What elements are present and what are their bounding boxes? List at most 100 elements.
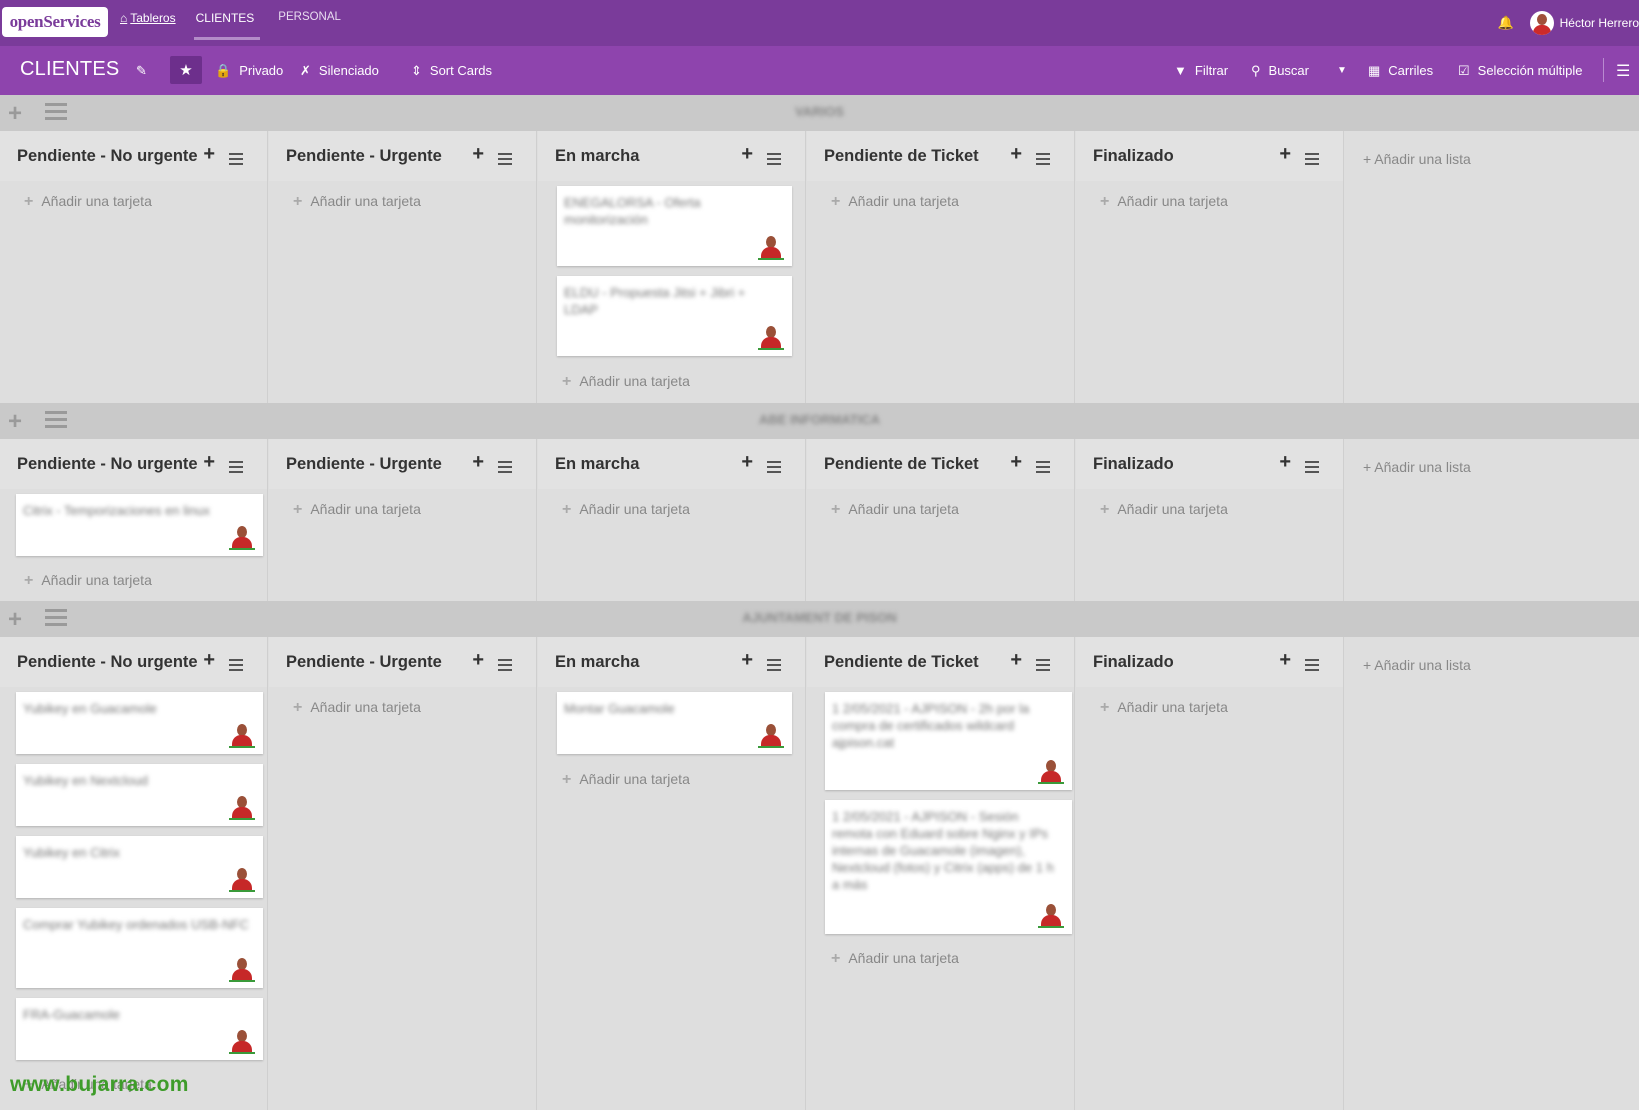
add-card-button[interactable]: + Añadir una tarjeta	[831, 193, 959, 211]
card[interactable]: Yubikey en Citrix	[16, 836, 263, 898]
list-title[interactable]: Pendiente - Urgente	[286, 455, 442, 474]
list-menu-icon[interactable]	[498, 659, 512, 674]
add-list-button[interactable]: + Añadir una lista	[1363, 151, 1471, 167]
card[interactable]: Montar Guacamole	[557, 692, 792, 754]
card[interactable]: FRA-Guacamole	[16, 998, 263, 1060]
add-card-plus-icon[interactable]: +	[741, 451, 753, 474]
add-card-button[interactable]: + Añadir una tarjeta	[293, 501, 421, 519]
app-logo[interactable]: openServices	[2, 7, 108, 37]
list-title[interactable]: Pendiente de Ticket	[824, 455, 979, 474]
swimlane-menu-icon[interactable]	[45, 411, 67, 432]
nav-home-link[interactable]: ⌂ Tableros	[120, 0, 176, 40]
list-title[interactable]: Finalizado	[1093, 147, 1174, 166]
card[interactable]: 1 2/05/2021 - AJPISON - Sesión remota co…	[825, 800, 1072, 934]
add-swimlane-icon[interactable]: +	[8, 408, 22, 436]
swimlane-menu-icon[interactable]	[45, 609, 67, 630]
card-member-avatar[interactable]	[758, 721, 784, 748]
card-member-avatar[interactable]	[229, 523, 255, 550]
list-title[interactable]: Pendiente - Urgente	[286, 147, 442, 166]
privado-button[interactable]: 🔒 Privado	[215, 46, 283, 95]
hamburger-menu-icon[interactable]: ☰	[1616, 46, 1630, 95]
add-list-button[interactable]: + Añadir una lista	[1363, 459, 1471, 475]
card-member-avatar[interactable]	[758, 323, 784, 350]
bell-icon[interactable]: 🔔	[1497, 15, 1513, 31]
list-menu-icon[interactable]	[1036, 659, 1050, 674]
add-card-plus-icon[interactable]: +	[741, 143, 753, 166]
card[interactable]: Comprar Yubikey ordenados USB-NFC	[16, 908, 263, 988]
add-card-button[interactable]: + Añadir una tarjeta	[293, 699, 421, 717]
list-title[interactable]: En marcha	[555, 455, 639, 474]
add-card-button[interactable]: + Añadir una tarjeta	[562, 501, 690, 519]
list-menu-icon[interactable]	[498, 461, 512, 476]
sort-cards-button[interactable]: ⇕ Sort Cards	[411, 46, 492, 95]
user-name[interactable]: Héctor Herrero	[1560, 16, 1639, 30]
list-menu-icon[interactable]	[229, 153, 243, 168]
card[interactable]: ELDU - Propuesta Jitsi + Jibri + LDAP	[557, 276, 792, 356]
list-menu-icon[interactable]	[767, 659, 781, 674]
seleccion-multiple-button[interactable]: ☑ Selección múltiple	[1458, 46, 1582, 95]
add-list-button[interactable]: + Añadir una lista	[1363, 657, 1471, 673]
card-member-avatar[interactable]	[229, 955, 255, 982]
add-card-button[interactable]: + Añadir una tarjeta	[24, 572, 152, 590]
list-menu-icon[interactable]	[1036, 153, 1050, 168]
add-card-plus-icon[interactable]: +	[472, 143, 484, 166]
list-menu-icon[interactable]	[1036, 461, 1050, 476]
card-member-avatar[interactable]	[1038, 901, 1064, 928]
add-card-plus-icon[interactable]: +	[1279, 649, 1291, 672]
add-card-plus-icon[interactable]: +	[472, 649, 484, 672]
add-card-button[interactable]: + Añadir una tarjeta	[1100, 193, 1228, 211]
list-title[interactable]: Finalizado	[1093, 455, 1174, 474]
add-card-button[interactable]: + Añadir una tarjeta	[831, 950, 959, 968]
list-menu-icon[interactable]	[229, 461, 243, 476]
card[interactable]: Yubikey en Nextcloud	[16, 764, 263, 826]
add-card-button[interactable]: + Añadir una tarjeta	[24, 193, 152, 211]
card[interactable]: Citrix - Temporizaciones en linux	[16, 494, 263, 556]
list-title[interactable]: En marcha	[555, 147, 639, 166]
add-card-plus-icon[interactable]: +	[1279, 451, 1291, 474]
add-card-plus-icon[interactable]: +	[203, 649, 215, 672]
user-avatar[interactable]	[1529, 11, 1554, 35]
add-card-plus-icon[interactable]: +	[203, 143, 215, 166]
filtrar-button[interactable]: ▼ Filtrar	[1174, 46, 1228, 95]
card-member-avatar[interactable]	[229, 865, 255, 892]
card-member-avatar[interactable]	[229, 793, 255, 820]
list-title[interactable]: Finalizado	[1093, 653, 1174, 672]
silenciado-button[interactable]: ✗ Silenciado	[300, 46, 379, 95]
card-member-avatar[interactable]	[1038, 757, 1064, 784]
list-title[interactable]: En marcha	[555, 653, 639, 672]
star-icon[interactable]: ★	[170, 56, 202, 84]
list-title[interactable]: Pendiente - Urgente	[286, 653, 442, 672]
add-card-plus-icon[interactable]: +	[1010, 143, 1022, 166]
add-card-plus-icon[interactable]: +	[1010, 451, 1022, 474]
add-card-button[interactable]: + Añadir una tarjeta	[562, 373, 690, 391]
add-card-plus-icon[interactable]: +	[1279, 143, 1291, 166]
list-menu-icon[interactable]	[1305, 153, 1319, 168]
card[interactable]: Yubikey en Guacamole	[16, 692, 263, 754]
add-card-plus-icon[interactable]: +	[203, 451, 215, 474]
add-card-button[interactable]: + Añadir una tarjeta	[293, 193, 421, 211]
swimlane-title[interactable]: AJUNTAMENT DE PISON	[0, 610, 1639, 625]
add-card-button[interactable]: + Añadir una tarjeta	[562, 771, 690, 789]
chevron-down-icon[interactable]: ▼	[1337, 46, 1347, 95]
add-swimlane-icon[interactable]: +	[8, 100, 22, 128]
card-member-avatar[interactable]	[229, 1027, 255, 1054]
card[interactable]: ENEGALORSA - Oferta monitorización	[557, 186, 792, 266]
list-menu-icon[interactable]	[1305, 659, 1319, 674]
buscar-button[interactable]: ⚲ Buscar	[1251, 46, 1309, 95]
list-title[interactable]: Pendiente - No urgente	[17, 455, 198, 474]
swimlane-menu-icon[interactable]	[45, 103, 67, 124]
add-swimlane-icon[interactable]: +	[8, 606, 22, 634]
list-menu-icon[interactable]	[229, 659, 243, 674]
list-title[interactable]: Pendiente de Ticket	[824, 653, 979, 672]
add-card-button[interactable]: + Añadir una tarjeta	[1100, 501, 1228, 519]
card-member-avatar[interactable]	[229, 721, 255, 748]
list-menu-icon[interactable]	[1305, 461, 1319, 476]
list-menu-icon[interactable]	[767, 461, 781, 476]
list-title[interactable]: Pendiente - No urgente	[17, 653, 198, 672]
list-title[interactable]: Pendiente - No urgente	[17, 147, 198, 166]
add-card-plus-icon[interactable]: +	[1010, 649, 1022, 672]
add-card-button[interactable]: + Añadir una tarjeta	[1100, 699, 1228, 717]
carriles-button[interactable]: ▦ Carriles	[1368, 46, 1433, 95]
card[interactable]: 1 2/05/2021 - AJPISON - 2h por la compra…	[825, 692, 1072, 790]
list-title[interactable]: Pendiente de Ticket	[824, 147, 979, 166]
